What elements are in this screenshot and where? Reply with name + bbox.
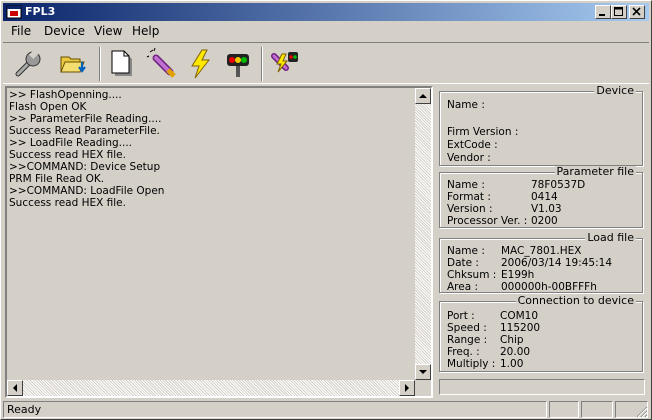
status-bar: Ready [3,400,649,419]
erase-button[interactable] [143,45,181,83]
eraser-pen-icon [146,48,176,78]
maximize-button[interactable] [611,5,627,19]
log-line: PRM File Read OK. [9,173,105,185]
device-extcode-label: ExtCode : [447,139,498,151]
scroll-left-button[interactable] [7,380,23,396]
load-chksum-value: E199h [501,269,535,281]
connection-legend: Connection to device [515,294,636,307]
conn-port-label: Port : [447,310,475,322]
log-output[interactable]: >> FlashOpenning.... Flash Open OK >> Para… [9,89,415,379]
log-line: >> ParameterFile Reading.... [9,113,162,125]
param-version-label: Version : [447,203,493,215]
verify-button[interactable] [219,45,257,83]
log-line: Success Read ParameterFile. [9,125,160,137]
load-chksum-label: Chksum : [447,269,497,281]
toolbar [3,42,649,84]
conn-range-value: Chip [500,334,524,346]
conn-range-label: Range : [447,334,488,346]
log-panel: >> FlashOpenning.... Flash Open OK >> Para… [5,86,433,398]
menu-device[interactable]: Device [44,24,85,39]
load-area-label: Area : [447,281,479,293]
wrench-icon [15,49,41,77]
autoprocedure-button[interactable] [265,45,303,83]
menu-bar: File Device View Help [3,22,649,41]
log-line: Success read HEX file. [9,149,126,161]
connection-group: Connection to device Port : COM10 Speed :… [439,295,643,372]
load-file-legend: Load file [585,231,636,244]
blank-check-button[interactable] [103,45,141,83]
app-icon[interactable] [6,4,22,20]
minimize-icon [599,14,605,16]
param-format-value: 0414 [531,191,558,203]
log-vertical-scrollbar[interactable] [415,88,431,380]
lightning-icon [191,49,211,79]
traffic-light-icon [227,54,249,77]
log-line: Flash Open OK [9,101,87,113]
close-button[interactable] [629,5,645,19]
conn-speed-value: 115200 [500,322,541,334]
scroll-down-button[interactable] [415,364,431,380]
open-file-button[interactable] [55,45,93,83]
param-processor-value: 0200 [531,215,558,227]
log-line: >>COMMAND: Device Setup [9,161,161,173]
conn-speed-label: Speed : [447,322,487,334]
menu-file[interactable]: File [11,24,31,39]
settings-button[interactable] [9,45,47,83]
auto-program-icon [271,52,298,73]
log-horizontal-scrollbar[interactable] [7,380,415,396]
arrow-up-icon [419,94,427,98]
log-line: >> FlashOpenning.... [9,89,122,101]
conn-multiply-label: Multiply : [447,358,496,370]
load-file-group: Load file Name : MAC_7801.HEX Date : 2006/… [439,232,643,293]
menu-view[interactable]: View [94,24,122,39]
arrow-left-icon [13,384,17,392]
device-group: Device Name : Firm Version : ExtCode : V… [439,85,643,166]
load-date-value: 2006/03/14 19:45:14 [501,257,613,269]
param-processor-label: Processor Ver. : [447,215,528,227]
toolbar-separator [99,47,101,81]
load-name-label: Name : [447,245,485,257]
conn-multiply-value: 1.00 [500,358,524,370]
blank-page-icon [111,50,132,76]
load-date-label: Date : [447,257,479,269]
log-line: >> LoadFile Reading.... [9,137,133,149]
program-button[interactable] [181,45,219,83]
parameter-file-legend: Parameter file [554,165,636,178]
maximize-icon [614,7,623,16]
status-text: Ready [3,401,547,418]
close-icon [632,7,641,16]
resize-grip-icon[interactable] [636,406,648,418]
main-window: FPL3 File Device View Help >> FlashOpenn… [0,0,652,420]
device-firm-label: Firm Version : [447,126,519,138]
status-panel-1 [549,401,579,418]
status-panel-2 [581,401,613,418]
conn-freq-value: 20.00 [500,346,531,358]
conn-port-value: COM10 [500,310,539,322]
conn-freq-label: Freq. : [447,346,480,358]
scroll-right-button[interactable] [399,380,415,396]
toolbar-separator [261,47,263,81]
load-area-value: 000000h-00BFFFh [501,281,597,293]
log-line: Success read HEX file. [9,197,126,209]
device-name-label: Name : [447,99,485,111]
folder-open-icon [60,56,86,73]
param-format-label: Format : [447,191,491,203]
title-bar[interactable]: FPL3 [3,3,649,21]
menu-help[interactable]: Help [132,24,159,39]
device-legend: Device [594,84,636,97]
param-name-label: Name : [447,179,485,191]
scroll-up-button[interactable] [415,88,431,104]
param-name-value: 78F0537D [531,179,586,191]
arrow-right-icon [405,384,409,392]
parameter-file-group: Parameter file Name : 78F0537D Format : 04… [439,166,643,228]
minimize-button[interactable] [595,5,611,19]
load-name-value: MAC_7801.HEX [501,245,582,257]
scroll-corner [415,380,431,396]
param-version-value: V1.03 [531,203,562,215]
window-title: FPL3 [25,5,56,18]
log-line: >>COMMAND: LoadFile Open [9,185,165,197]
progress-bar [439,379,645,395]
device-vendor-label: Vendor : [447,152,491,164]
arrow-down-icon [419,370,427,374]
